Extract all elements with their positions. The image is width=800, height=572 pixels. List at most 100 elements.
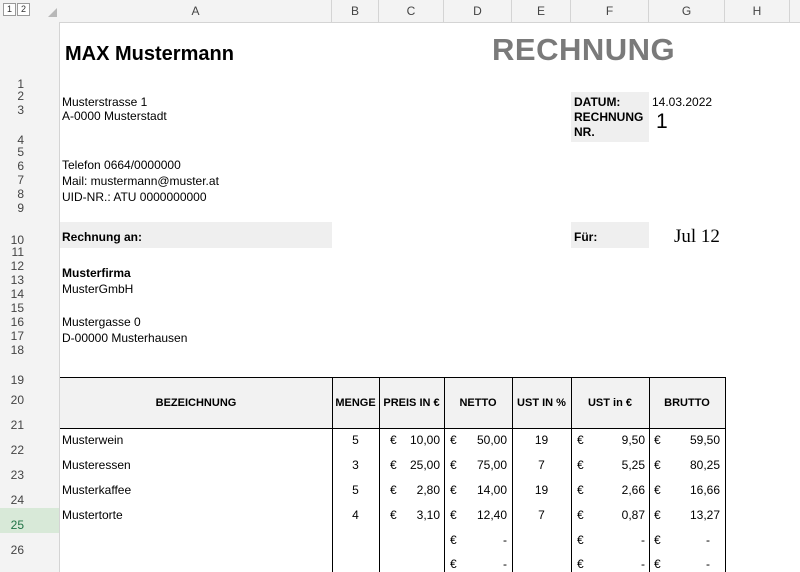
table-row[interactable]: Musteressen (62, 458, 131, 472)
outline-level-1-button[interactable]: 1 (3, 3, 16, 16)
row-header-bar: 1 2 3 4 5 6 7 8 9 10 11 12 13 14 15 16 1… (0, 22, 60, 572)
column-header-a[interactable]: A (60, 0, 332, 22)
table-row[interactable]: Musterwein (62, 433, 123, 447)
currency-symbol: € (450, 557, 457, 571)
currency-symbol: € (450, 533, 457, 547)
bill-to-city: D-00000 Musterhausen (62, 331, 188, 345)
item-vat-percent[interactable]: 7 (512, 458, 571, 472)
currency-symbol: € (390, 433, 397, 447)
row-header[interactable]: 10 (0, 216, 59, 248)
row-header[interactable]: 11 (0, 245, 59, 260)
item-quantity[interactable]: 3 (332, 458, 379, 472)
row-header[interactable]: 4 (0, 118, 59, 148)
row-header[interactable]: 8 (0, 187, 59, 202)
currency-symbol: € (390, 458, 397, 472)
currency-symbol: € (654, 557, 661, 571)
sender-phone: Telefon 0664/0000000 (62, 158, 181, 172)
row-header[interactable]: 24 (0, 483, 59, 508)
row-header[interactable]: 23 (0, 458, 59, 483)
item-quantity[interactable]: 5 (332, 433, 379, 447)
column-header-b[interactable]: B (332, 0, 379, 22)
sender-uid: UID-NR.: ATU 0000000000 (62, 190, 207, 204)
sender-street: Musterstrasse 1 (62, 95, 148, 109)
item-net[interactable]: 12,40 (462, 508, 507, 522)
row-header[interactable]: 15 (0, 301, 59, 316)
sender-mail: Mail: mustermann@muster.at (62, 174, 219, 188)
outline-level-2-button[interactable]: 2 (17, 3, 30, 16)
currency-symbol: € (390, 483, 397, 497)
currency-symbol: € (450, 508, 457, 522)
row-header-active[interactable]: 25 (0, 508, 59, 533)
item-price[interactable]: 25,00 (400, 458, 440, 472)
table-row[interactable]: Musterkaffee (62, 483, 131, 497)
for-label: Für: (574, 230, 598, 244)
column-header-d[interactable]: D (444, 0, 512, 22)
currency-symbol: € (577, 508, 584, 522)
bill-to-company-2: MusterGmbH (62, 282, 134, 296)
empty-net[interactable]: - (462, 557, 507, 571)
item-vat-amount[interactable]: 9,50 (595, 433, 645, 447)
select-all-corner[interactable] (48, 8, 57, 17)
row-header[interactable]: 16 (0, 315, 59, 330)
table-header-vat-percent: UST IN % (517, 397, 566, 409)
item-vat-percent[interactable]: 19 (512, 433, 571, 447)
currency-symbol: € (577, 433, 584, 447)
column-header-c[interactable]: C (379, 0, 444, 22)
item-gross[interactable]: 13,27 (670, 508, 720, 522)
item-gross[interactable]: 16,66 (670, 483, 720, 497)
row-header[interactable]: 13 (0, 273, 59, 288)
column-header-g[interactable]: G (649, 0, 725, 22)
currency-symbol: € (390, 508, 397, 522)
empty-vat-amount[interactable]: - (595, 533, 645, 547)
item-vat-percent[interactable]: 7 (512, 508, 571, 522)
item-vat-amount[interactable]: 2,66 (595, 483, 645, 497)
row-header[interactable]: 18 (0, 343, 59, 358)
empty-net[interactable]: - (462, 533, 507, 547)
row-header[interactable]: 14 (0, 287, 59, 302)
item-net[interactable]: 75,00 (462, 458, 507, 472)
item-price[interactable]: 3,10 (400, 508, 440, 522)
row-header[interactable]: 5 (0, 145, 59, 160)
item-vat-percent[interactable]: 19 (512, 483, 571, 497)
item-net[interactable]: 50,00 (462, 433, 507, 447)
row-header[interactable]: 12 (0, 259, 59, 274)
date-label: DATUM: (574, 95, 621, 109)
empty-gross[interactable]: - (670, 533, 710, 547)
item-vat-amount[interactable]: 5,25 (595, 458, 645, 472)
row-header[interactable]: 22 (0, 433, 59, 458)
column-header-e[interactable]: E (512, 0, 571, 22)
bill-to-label: Rechnung an: (62, 230, 142, 244)
currency-symbol: € (577, 557, 584, 571)
row-header[interactable]: 7 (0, 173, 59, 188)
row-header[interactable]: 20 (0, 388, 59, 408)
row-header[interactable]: 6 (0, 159, 59, 174)
row-header[interactable]: 17 (0, 329, 59, 344)
row-header[interactable]: 19 (0, 358, 59, 388)
currency-symbol: € (577, 483, 584, 497)
item-net[interactable]: 14,00 (462, 483, 507, 497)
currency-symbol: € (577, 533, 584, 547)
item-quantity[interactable]: 4 (332, 508, 379, 522)
currency-symbol: € (450, 433, 457, 447)
item-gross[interactable]: 59,50 (670, 433, 720, 447)
row-header[interactable]: 2 (0, 89, 59, 104)
item-vat-amount[interactable]: 0,87 (595, 508, 645, 522)
item-gross[interactable]: 80,25 (670, 458, 720, 472)
column-header-f[interactable]: F (571, 0, 649, 22)
item-price[interactable]: 10,00 (400, 433, 440, 447)
table-header-price: PREIS IN € (383, 397, 440, 409)
bill-to-street: Mustergasse 0 (62, 315, 141, 329)
row-header[interactable]: 9 (0, 201, 59, 216)
row-header[interactable]: 26 (0, 533, 59, 558)
row-header[interactable]: 3 (0, 103, 59, 118)
empty-gross[interactable]: - (670, 557, 710, 571)
row-header[interactable]: 21 (0, 408, 59, 433)
table-row[interactable]: Mustertorte (62, 508, 123, 522)
empty-vat-amount[interactable]: - (595, 557, 645, 571)
row-header[interactable]: 1 (0, 44, 59, 92)
table-header-gross: BRUTTO (664, 397, 710, 409)
column-header-h[interactable]: H (725, 0, 790, 22)
currency-symbol: € (654, 533, 661, 547)
item-price[interactable]: 2,80 (400, 483, 440, 497)
item-quantity[interactable]: 5 (332, 483, 379, 497)
